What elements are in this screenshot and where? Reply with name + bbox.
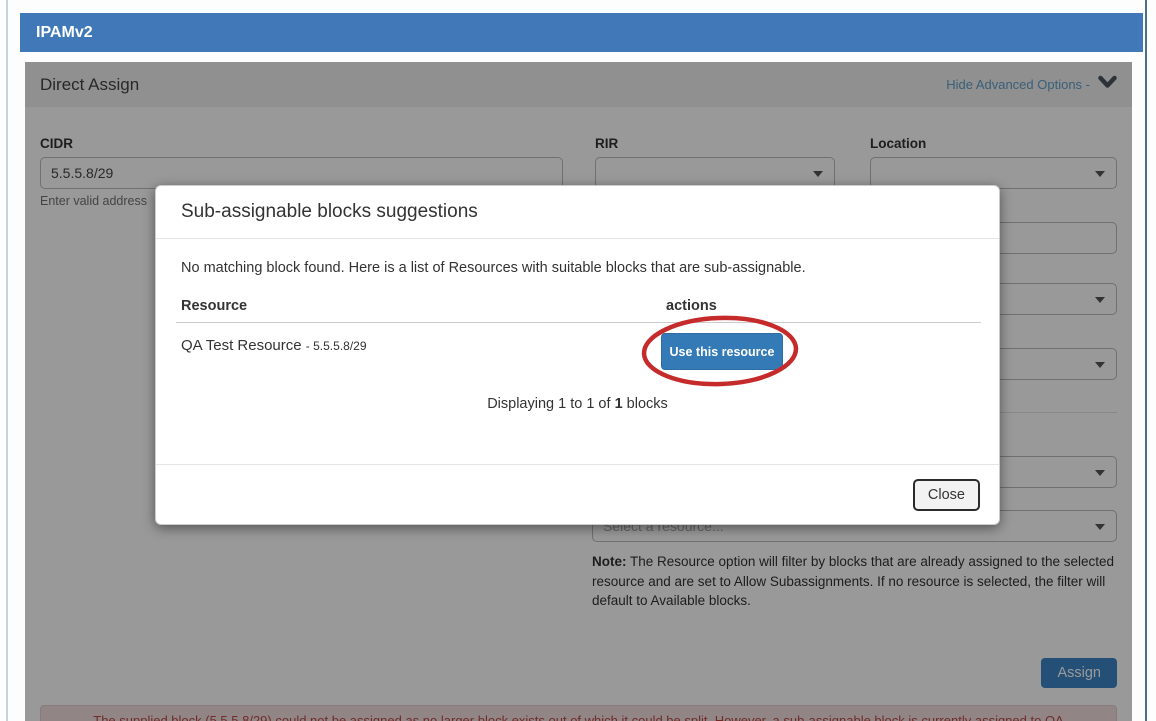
resource-cidr: - 5.5.5.8/29 — [306, 339, 367, 353]
close-button[interactable]: Close — [913, 479, 980, 511]
pagination-text: Displaying 1 to 1 of 1 blocks — [156, 396, 999, 412]
window-edge-right — [1145, 0, 1147, 721]
actions-column-header: actions — [666, 298, 717, 314]
resource-name: QA Test Resource — [181, 337, 302, 354]
app-window: IPAMv2 Direct Assign Hide Advanced Optio… — [0, 0, 1156, 721]
modal-title: Sub-assignable blocks suggestions — [181, 201, 478, 223]
app-title: IPAMv2 — [36, 24, 93, 42]
suggestions-modal: Sub-assignable blocks suggestions No mat… — [155, 185, 1000, 525]
pagination-count: 1 — [615, 396, 623, 412]
window-edge-left — [6, 0, 8, 721]
resource-column-header: Resource — [181, 298, 247, 314]
modal-header: Sub-assignable blocks suggestions — [156, 186, 999, 239]
pagination-suffix: blocks — [623, 396, 668, 412]
table-row: QA Test Resource - 5.5.5.8/29 — [181, 337, 367, 354]
app-header: IPAMv2 — [20, 13, 1143, 52]
modal-body-text: No matching block found. Here is a list … — [181, 260, 806, 276]
table-header-divider — [176, 322, 981, 323]
use-this-resource-button[interactable]: Use this resource — [661, 333, 783, 370]
pagination-prefix: Displaying 1 to 1 of — [487, 396, 614, 412]
modal-footer: Close — [156, 464, 999, 526]
